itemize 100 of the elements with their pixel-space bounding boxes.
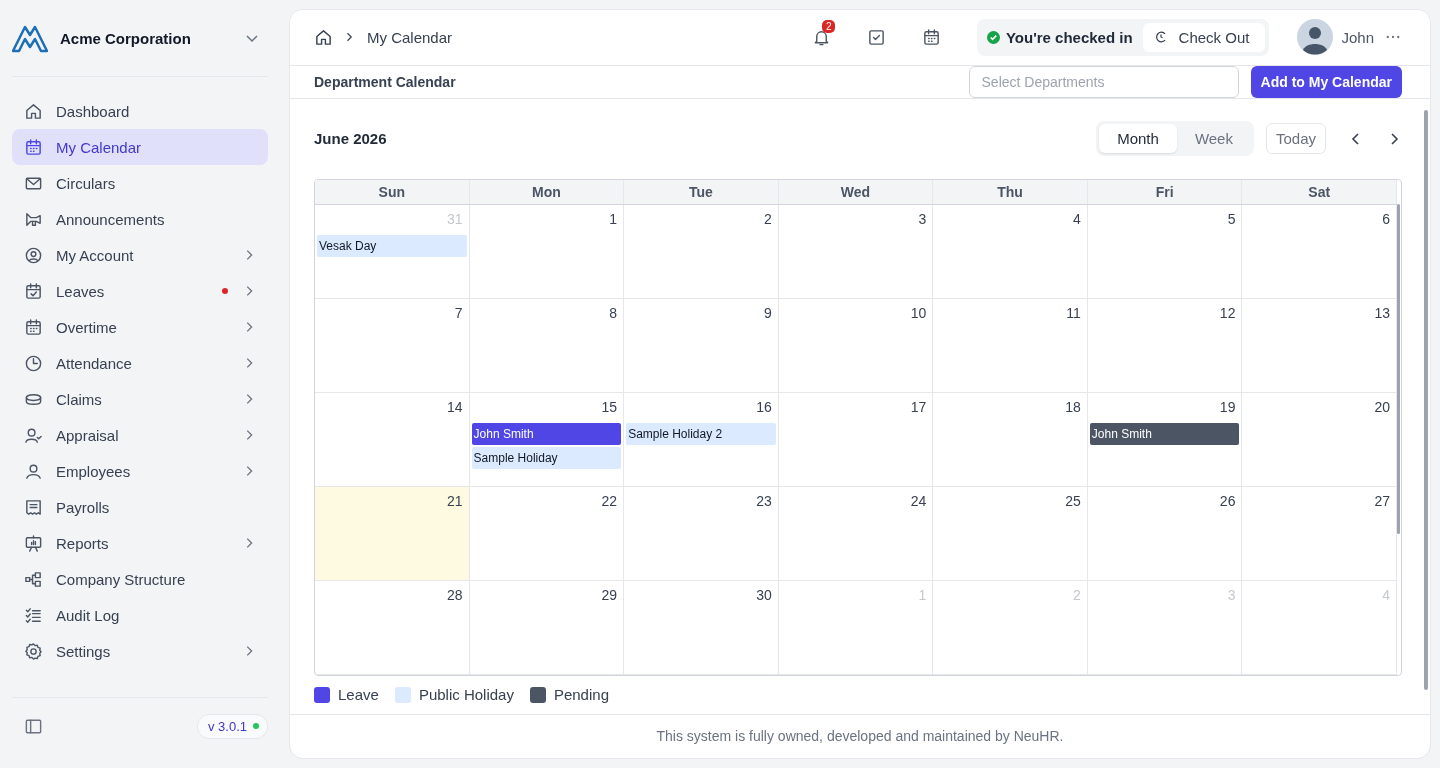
calendar-icon: [24, 317, 43, 337]
day-cell[interactable]: 29: [469, 580, 625, 675]
day-number: 2: [762, 209, 773, 229]
day-cell[interactable]: 20: [1242, 392, 1397, 487]
calendar-event[interactable]: Sample Holiday: [471, 446, 622, 469]
day-cell[interactable]: 7: [315, 298, 470, 393]
day-number: 24: [909, 491, 928, 511]
sidebar-item[interactable]: Appraisal: [12, 417, 268, 453]
day-cell[interactable]: 28: [315, 580, 470, 675]
sidebar-item[interactable]: Announcements: [12, 201, 268, 237]
day-number: 6: [1381, 209, 1391, 229]
hierarchy-icon: [24, 569, 43, 589]
sidebar-item[interactable]: My Account: [12, 237, 268, 273]
calendar-event[interactable]: John Smith: [1089, 422, 1240, 445]
day-cell[interactable]: 27: [1242, 486, 1397, 581]
logo-icon: [12, 23, 48, 53]
calendar-icon[interactable]: [921, 27, 941, 47]
day-cell[interactable]: 16 Sample Holiday 2: [624, 392, 779, 487]
sidebar-item[interactable]: Dashboard: [12, 93, 268, 129]
checklist-icon: [24, 605, 43, 625]
checkbox-icon[interactable]: [866, 27, 886, 47]
sidebar-item[interactable]: Company Structure: [12, 561, 268, 597]
day-cell[interactable]: 1: [469, 204, 625, 299]
day-cell[interactable]: 6: [1242, 204, 1397, 299]
calendar-event[interactable]: Vesak Day: [317, 234, 467, 257]
day-number: 4: [1072, 209, 1082, 229]
day-cell[interactable]: 24: [778, 486, 934, 581]
section-title: Department Calendar: [314, 73, 456, 90]
day-number: 29: [600, 585, 619, 605]
notification-badge: 2: [821, 19, 836, 33]
sidebar-item[interactable]: Audit Log: [12, 597, 268, 633]
day-cell[interactable]: 14: [315, 392, 470, 487]
add-to-calendar-button[interactable]: Add to My Calendar: [1250, 65, 1402, 98]
day-number: 30: [755, 585, 773, 605]
day-number: 12: [1218, 303, 1237, 323]
sidebar-item[interactable]: Payrolls: [12, 489, 268, 525]
day-number: 9: [762, 303, 773, 323]
day-number: 19: [1218, 397, 1237, 417]
sidebar-item[interactable]: Settings: [12, 633, 268, 669]
sidebar-item[interactable]: Leaves: [12, 273, 268, 309]
day-cell[interactable]: 5: [1087, 204, 1243, 299]
day-number: 1: [608, 209, 619, 229]
day-number: 18: [1064, 397, 1082, 417]
view-tab[interactable]: Month: [1099, 124, 1177, 154]
legend-label: Public Holiday: [418, 686, 514, 704]
sidebar-item[interactable]: Overtime: [12, 309, 268, 345]
avatar[interactable]: [1297, 19, 1334, 56]
day-cell[interactable]: 10: [778, 298, 934, 393]
day-cell[interactable]: 22: [469, 486, 625, 581]
day-cell[interactable]: 25: [933, 486, 1088, 581]
user-circle-icon: [24, 245, 43, 265]
day-cell[interactable]: 30: [624, 580, 779, 675]
day-number: 4: [1381, 585, 1391, 605]
day-cell[interactable]: 21: [315, 486, 470, 581]
day-cell[interactable]: 17: [778, 392, 934, 487]
sidebar-item[interactable]: Circulars: [12, 165, 268, 201]
check-in-status: You're checked in: [980, 28, 1133, 46]
day-number: 23: [755, 491, 773, 511]
check-out-button[interactable]: Check Out: [1142, 22, 1266, 52]
calendar-event[interactable]: John Smith: [471, 422, 622, 445]
day-cell[interactable]: 8: [469, 298, 625, 393]
today-button[interactable]: Today: [1265, 123, 1326, 155]
day-cell[interactable]: 11: [933, 298, 1088, 393]
day-number: 5: [1226, 209, 1237, 229]
day-number: 20: [1373, 397, 1391, 417]
home-icon[interactable]: [314, 27, 333, 47]
weekday-header: Sat: [1242, 179, 1397, 204]
day-cell[interactable]: 15 John Smith Sample Holiday: [469, 392, 625, 487]
breadcrumb-current: My Calendar: [367, 28, 453, 46]
sidebar-item[interactable]: Employees: [12, 453, 268, 489]
sidebar-item[interactable]: Claims: [12, 381, 268, 417]
day-cell[interactable]: 4: [933, 204, 1088, 299]
view-tab[interactable]: Week: [1176, 124, 1251, 154]
day-cell[interactable]: 19 John Smith: [1087, 392, 1243, 487]
sidebar-item[interactable]: My Calendar: [12, 129, 268, 165]
day-number: 11: [1065, 303, 1082, 323]
user-name[interactable]: John: [1341, 28, 1374, 46]
settings-icon: [24, 641, 43, 661]
day-number: 8: [608, 303, 619, 323]
day-number: 21: [446, 491, 464, 511]
day-number: 14: [446, 397, 464, 417]
day-number: 2: [1072, 585, 1082, 605]
calendar-icon: [24, 137, 43, 157]
day-number: 22: [600, 491, 619, 511]
day-cell[interactable]: 12: [1087, 298, 1243, 393]
sidebar-item[interactable]: Reports: [12, 525, 268, 561]
home-icon: [24, 101, 43, 121]
day-cell[interactable]: 31 Vesak Day: [315, 204, 470, 299]
more-icon[interactable]: [1386, 35, 1400, 40]
day-cell[interactable]: 13: [1242, 298, 1397, 393]
day-cell[interactable]: 9: [624, 298, 779, 393]
day-number: 26: [1218, 491, 1237, 511]
day-cell[interactable]: 23: [624, 486, 779, 581]
sidebar-item[interactable]: Attendance: [12, 345, 268, 381]
weekday-header: Sun: [315, 179, 470, 204]
day-cell[interactable]: 18: [933, 392, 1088, 487]
day-cell[interactable]: 26: [1087, 486, 1243, 581]
day-cell[interactable]: 3: [778, 204, 934, 299]
day-cell[interactable]: 2: [624, 204, 779, 299]
calendar-event[interactable]: Sample Holiday 2: [626, 422, 776, 445]
